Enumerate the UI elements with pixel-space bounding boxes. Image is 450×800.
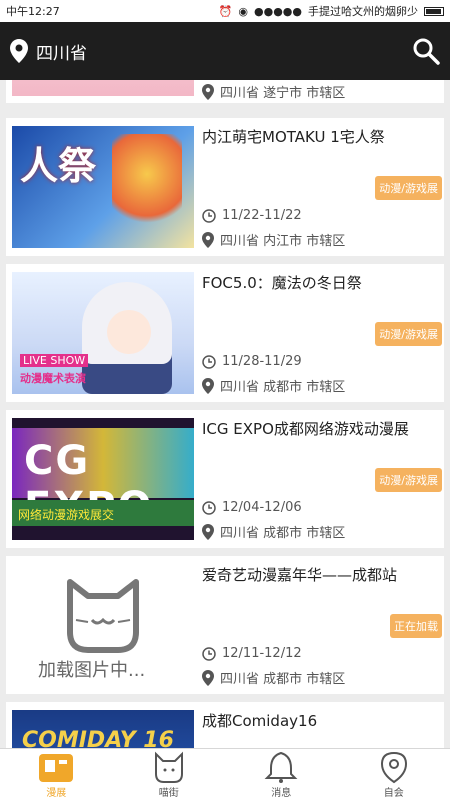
status-notice: 手提过哈文州的烟卵少 <box>308 5 418 18</box>
wifi-icon: ◉ <box>238 4 248 18</box>
thumbnail-text: 网络动漫游戏展交 <box>12 500 194 526</box>
event-title: FOC5.0：魔法の冬日祭 <box>202 274 362 292</box>
thumbnail-loading-text: 加载图片中... <box>38 660 146 681</box>
status-icons: ⏰ ◉ ●●●●● 手提过哈文州的烟卵少 <box>219 3 444 19</box>
event-thumbnail: COMIDAY 16 <box>12 710 194 748</box>
exhibition-icon <box>39 754 74 782</box>
status-bar: 中午12:27 ⏰ ◉ ●●●●● 手提过哈文州的烟卵少 <box>0 0 450 22</box>
clock-icon <box>202 646 216 661</box>
nav-profile[interactable]: 自会 <box>338 749 450 800</box>
location-pin-icon <box>202 83 214 100</box>
app-bar: 四川省 <box>0 22 450 80</box>
bell-icon <box>264 751 298 783</box>
category-badge: 动漫/游戏展 <box>375 468 442 492</box>
nav-cat-street[interactable]: 喵街 <box>113 749 226 800</box>
event-card[interactable]: 四川省 遂宁市 市辖区 <box>6 80 444 103</box>
event-title: ICG EXPO成都网络游戏动漫展 <box>202 420 409 438</box>
location-pin-icon <box>202 669 214 686</box>
nav-exhibition[interactable]: 漫展 <box>0 749 113 800</box>
category-badge: 正在加载 <box>390 614 442 638</box>
event-date-row: 12/11-12/12 <box>202 646 302 661</box>
event-address: 四川省 成都市 市辖区 <box>220 526 346 541</box>
event-thumbnail: CG EXPO 网络动漫游戏展交 <box>12 418 194 540</box>
event-title: 成都Comiday16 <box>202 712 318 730</box>
event-date: 12/04-12/06 <box>222 500 302 515</box>
search-icon[interactable] <box>412 37 440 65</box>
event-address-row: 四川省 成都市 市辖区 <box>202 376 345 395</box>
event-card[interactable]: 加载图片中... 爱奇艺动漫嘉年华——成都站 正在加载 12/11-12/12 … <box>6 556 444 694</box>
battery-icon <box>424 6 444 16</box>
bottom-nav: 漫展 喵街 消息 自会 <box>0 748 450 800</box>
event-date-row: 11/28-11/29 <box>202 354 302 369</box>
event-date: 11/22-11/22 <box>222 208 302 223</box>
event-address: 四川省 成都市 市辖区 <box>220 380 346 395</box>
event-address-row: 四川省 成都市 市辖区 <box>202 668 345 687</box>
clock-icon <box>202 354 216 369</box>
event-thumbnail: 人祭 <box>12 126 194 248</box>
event-card[interactable]: CG EXPO 网络动漫游戏展交 ICG EXPO成都网络游戏动漫展 动漫/游戏… <box>6 410 444 548</box>
cat-street-icon <box>154 751 183 783</box>
event-title: 爱奇艺动漫嘉年华——成都站 <box>202 566 398 584</box>
location-pin-icon <box>202 523 214 540</box>
status-time: 中午12:27 <box>6 5 60 18</box>
event-card[interactable]: COMIDAY 16 成都Comiday16 <box>6 702 444 748</box>
event-thumbnail <box>12 80 194 96</box>
event-address: 四川省 成都市 市辖区 <box>220 672 346 687</box>
thumbnail-text: 动漫魔术表演 <box>20 372 86 385</box>
signal-icon: ●●●●● <box>254 4 302 18</box>
event-date-row: 12/04-12/06 <box>202 500 302 515</box>
category-badge: 动漫/游戏展 <box>375 322 442 346</box>
event-address-row: 四川省 内江市 市辖区 <box>202 230 345 249</box>
event-card[interactable]: LIVE SHOW 动漫魔术表演 FOC5.0：魔法の冬日祭 动漫/游戏展 11… <box>6 264 444 402</box>
event-address-row: 四川省 遂宁市 市辖区 <box>202 82 345 101</box>
location-pin-icon <box>202 377 214 394</box>
event-address: 四川省 遂宁市 市辖区 <box>220 86 346 101</box>
event-card[interactable]: 人祭 内江萌宅MOTAKU 1宅人祭 动漫/游戏展 11/22-11/22 四川… <box>6 118 444 256</box>
nav-label: 消息 <box>271 788 292 799</box>
event-thumbnail: 加载图片中... <box>12 564 194 686</box>
location-pin-icon[interactable] <box>10 39 28 63</box>
nav-label: 喵街 <box>158 788 179 799</box>
thumbnail-text: LIVE SHOW <box>20 354 89 367</box>
event-thumbnail: LIVE SHOW 动漫魔术表演 <box>12 272 194 394</box>
category-badge: 动漫/游戏展 <box>375 176 442 200</box>
location-pin-icon <box>202 231 214 248</box>
clock-icon <box>202 500 216 515</box>
profile-icon <box>380 751 407 784</box>
nav-messages[interactable]: 消息 <box>225 749 338 800</box>
nav-label: 自会 <box>383 788 404 799</box>
cat-placeholder-icon <box>67 579 139 653</box>
event-address: 四川省 内江市 市辖区 <box>220 234 346 249</box>
event-date-row: 11/22-11/22 <box>202 208 302 223</box>
alarm-icon: ⏰ <box>218 4 233 18</box>
event-list[interactable]: 四川省 遂宁市 市辖区 人祭 内江萌宅MOTAKU 1宅人祭 动漫/游戏展 11… <box>0 80 450 748</box>
clock-icon <box>202 208 216 223</box>
location-selector[interactable]: 四川省 <box>36 39 87 64</box>
thumbnail-text: COMIDAY 16 <box>22 728 174 748</box>
thumbnail-text: 人祭 <box>20 144 97 188</box>
event-title: 内江萌宅MOTAKU 1宅人祭 <box>202 128 385 146</box>
event-date: 11/28-11/29 <box>222 354 302 369</box>
event-date: 12/11-12/12 <box>222 646 302 661</box>
nav-label: 漫展 <box>46 788 67 799</box>
event-address-row: 四川省 成都市 市辖区 <box>202 522 345 541</box>
